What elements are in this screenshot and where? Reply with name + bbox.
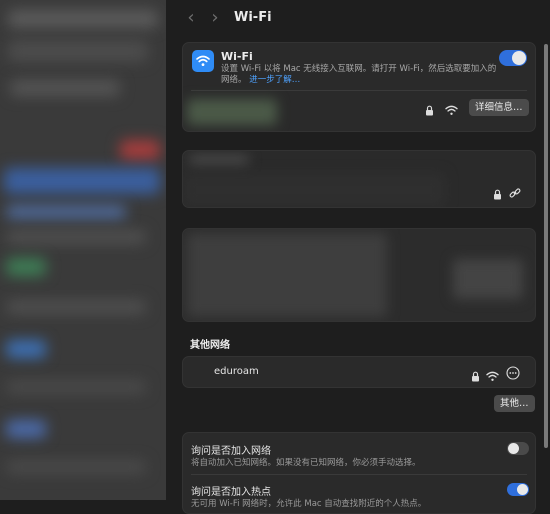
blurred-row	[187, 233, 387, 317]
sidebar-blur-item	[8, 10, 158, 28]
ask-join-networks-desc: 将自动加入已知网络。如果没有已知网络，你必须手动选择。	[191, 458, 421, 468]
toggle-knob	[517, 484, 528, 495]
sidebar-blur-item	[6, 340, 46, 358]
join-settings-card: 询问是否加入网络 将自动加入已知网络。如果没有已知网络，你必须手动选择。 询问是…	[182, 432, 536, 514]
page-title: Wi-Fi	[234, 10, 272, 25]
main-pane: ‹ › Wi-Fi Wi-Fi 设置 Wi-Fi 以将 Mac 无线接入互联网。…	[166, 0, 550, 514]
more-options-icon[interactable]	[506, 365, 520, 384]
blurred-text	[189, 155, 249, 165]
other-networks-title: 其他网络	[190, 340, 230, 351]
wifi-details-button[interactable]: 详细信息…	[469, 99, 529, 116]
other-network-button[interactable]: 其他…	[494, 395, 535, 412]
sidebar-blur-item	[6, 205, 126, 219]
blurred-row	[453, 259, 523, 299]
blurred-row	[183, 173, 445, 207]
link-icon	[509, 184, 521, 203]
other-networks-card: eduroam	[182, 356, 536, 388]
ask-join-hotspots-toggle[interactable]	[507, 483, 529, 496]
wifi-title: Wi-Fi	[221, 50, 253, 63]
sidebar-blur-item	[6, 300, 146, 314]
sidebar	[0, 0, 167, 500]
toggle-knob	[508, 443, 519, 454]
divider	[191, 90, 527, 91]
lock-icon	[471, 367, 480, 386]
known-networks-card	[182, 150, 536, 208]
wifi-signal-icon	[445, 101, 458, 120]
sidebar-blur-item	[8, 40, 148, 62]
wifi-toggle[interactable]	[499, 50, 527, 66]
scrollbar[interactable]	[544, 44, 548, 448]
learn-more-link[interactable]: 进一步了解…	[249, 75, 300, 85]
sidebar-blur-item	[120, 140, 160, 160]
sidebar-blur-item	[10, 80, 120, 96]
ask-join-networks-toggle[interactable]	[507, 442, 529, 455]
chevron-right-icon: ›	[211, 7, 219, 28]
chevron-left-icon: ‹	[187, 7, 195, 28]
back-button[interactable]: ‹	[182, 8, 200, 28]
sidebar-blur-item	[6, 420, 46, 438]
lock-icon	[493, 185, 502, 204]
wifi-app-icon	[192, 50, 214, 72]
ask-join-hotspots-desc: 无可用 Wi-Fi 网络时，允许此 Mac 自动查找附近的个人热点。	[191, 499, 427, 509]
ask-join-hotspots-title: 询问是否加入热点	[191, 487, 271, 498]
wifi-description: 设置 Wi-Fi 以将 Mac 无线接入互联网。请打开 Wi-Fi，然后选取要加…	[221, 64, 497, 86]
network-name: eduroam	[214, 366, 259, 377]
sidebar-blur-item	[6, 460, 146, 474]
network-row-eduroam[interactable]: eduroam	[183, 357, 535, 387]
title-bar: ‹ › Wi-Fi	[166, 0, 550, 38]
sidebar-blur-item	[4, 168, 160, 194]
wifi-card: Wi-Fi 设置 Wi-Fi 以将 Mac 无线接入互联网。请打开 Wi-Fi，…	[182, 42, 536, 132]
wifi-signal-icon	[486, 367, 499, 386]
forward-button[interactable]: ›	[206, 8, 224, 28]
toggle-knob	[512, 51, 526, 65]
sidebar-blur-item	[6, 258, 46, 276]
sidebar-blur-item	[6, 380, 146, 394]
ask-join-networks-title: 询问是否加入网络	[191, 446, 271, 457]
connected-network-name-blurred	[187, 99, 277, 125]
lock-icon	[425, 101, 434, 120]
divider	[191, 474, 527, 475]
sidebar-blur-item	[6, 230, 146, 244]
blurred-networks-card	[182, 228, 536, 322]
